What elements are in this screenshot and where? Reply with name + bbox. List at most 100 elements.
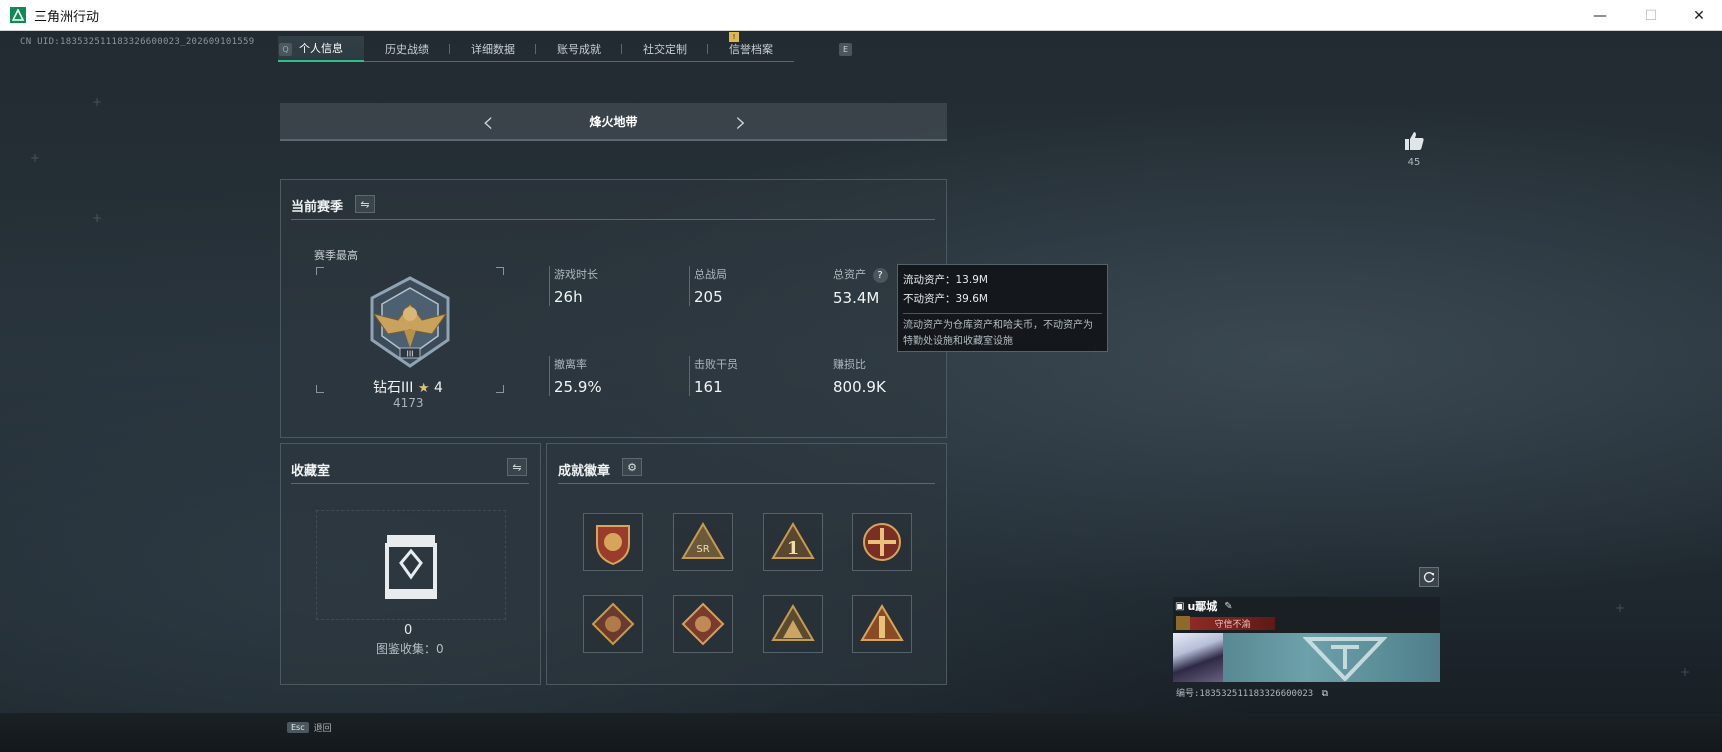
- tab-label: 社交定制: [643, 43, 687, 56]
- divider: [291, 219, 935, 220]
- copy-icon[interactable]: ⧉: [1322, 689, 1328, 699]
- tooltip-description: 流动资产为仓库资产和哈夫币，不动资产为特勤处设施和收藏室设施: [903, 320, 1093, 347]
- stat-value: 205: [694, 288, 723, 306]
- chevron-left-icon[interactable]: ‹: [473, 103, 503, 141]
- collection-label: 图鉴收集：0: [376, 642, 444, 656]
- stat-label: 赚损比: [833, 358, 866, 371]
- svg-text:SR: SR: [696, 544, 709, 555]
- tab-label: 账号成就: [557, 43, 601, 56]
- assets-tooltip: 流动资产：13.9M 不动资产：39.6M 流动资产为仓库资产和哈夫币，不动资产…: [897, 264, 1108, 352]
- achievement-badge[interactable]: [583, 595, 643, 653]
- achievement-badge[interactable]: [852, 595, 912, 653]
- stat-value: 800.9K: [833, 378, 886, 396]
- season-highest-label: 赛季最高: [314, 249, 358, 262]
- like-count: 45: [1407, 157, 1421, 168]
- stat-value: 26h: [554, 288, 583, 306]
- mode-label: 烽火地带: [589, 114, 638, 129]
- stat-operators-defeated: 击败干员 161: [689, 356, 738, 396]
- tab-bar: 个人信息 历史战绩 详细数据 账号成就 社交定制 信誉档案: [278, 36, 794, 62]
- mountain-badge-icon: [771, 604, 815, 641]
- esc-key: Esc: [287, 722, 309, 733]
- achievement-badge[interactable]: [852, 513, 912, 571]
- minimize-button[interactable]: —: [1577, 0, 1623, 31]
- player-id: 编号:183532511183326600023 ⧉: [1176, 686, 1328, 699]
- frame-corner: [316, 267, 324, 275]
- achievement-badge[interactable]: [763, 595, 823, 653]
- notification-badge: !: [729, 32, 739, 42]
- display-case-icon[interactable]: [383, 533, 439, 601]
- back-label: 退回: [313, 724, 332, 734]
- swap-icon[interactable]: ⇋: [507, 458, 527, 476]
- shield-badge-icon: [596, 525, 630, 566]
- player-name[interactable]: ▣ u鄢城 ✎: [1175, 598, 1233, 614]
- achievements-title: 成就徽章: [558, 464, 611, 479]
- like-widget: 45: [1403, 131, 1425, 168]
- bottom-strip: [0, 713, 1722, 752]
- tooltip-fixed-assets: 不动资产：39.6M: [903, 293, 988, 305]
- tab-next-key[interactable]: E: [839, 43, 852, 56]
- tab-label: 详细数据: [471, 43, 515, 56]
- stat-label: 击败干员: [694, 358, 738, 371]
- app-logo-icon: [10, 7, 26, 23]
- tab-personal-info[interactable]: 个人信息: [278, 36, 364, 62]
- stat-extraction-rate: 撤离率 25.9%: [549, 356, 602, 396]
- number-one-badge-icon: 1: [771, 522, 815, 559]
- stat-label: 撤离率: [554, 358, 587, 371]
- edit-icon[interactable]: ✎: [1224, 601, 1232, 612]
- tower-badge-icon: [860, 604, 904, 641]
- back-hint[interactable]: Esc 退回: [287, 721, 332, 734]
- triangle-badge-icon: SR: [681, 522, 725, 559]
- achievement-badge[interactable]: [673, 595, 733, 653]
- refresh-icon[interactable]: [1419, 567, 1439, 587]
- close-button[interactable]: ✕: [1676, 0, 1722, 31]
- tab-label: 信誉档案: [729, 43, 773, 56]
- avatar[interactable]: [1173, 633, 1223, 682]
- stat-total-assets: 总资产 ? 53.4M: [829, 266, 888, 307]
- chevron-right-icon[interactable]: ›: [726, 103, 756, 141]
- stat-value: 25.9%: [554, 378, 602, 396]
- frame-corner: [496, 385, 504, 393]
- player-id-text: 编号:183532511183326600023: [1176, 689, 1314, 699]
- achievement-badge[interactable]: [583, 513, 643, 571]
- frame-corner: [316, 385, 324, 393]
- frame-corner: [496, 267, 504, 275]
- gear-icon[interactable]: ⚙: [622, 458, 642, 476]
- maximize-button[interactable]: ☐: [1628, 0, 1674, 31]
- star-icon: ★: [417, 381, 430, 396]
- season-title: 当前赛季: [291, 200, 344, 215]
- tab-detailed-data[interactable]: 详细数据: [450, 36, 536, 62]
- player-title-tag: 守信不渝: [1190, 617, 1275, 630]
- tab-achievements[interactable]: 账号成就: [536, 36, 622, 62]
- help-icon[interactable]: ?: [872, 268, 888, 283]
- swap-icon[interactable]: ⇋: [355, 195, 375, 213]
- window-title: 三角洲行动: [34, 9, 100, 25]
- achievement-badge[interactable]: 1: [763, 513, 823, 571]
- rank-emblem-icon: III: [370, 276, 450, 368]
- tab-social[interactable]: 社交定制: [622, 36, 708, 62]
- player-name-text: u鄢城: [1187, 600, 1218, 613]
- grid-plus-decoration: +: [30, 151, 41, 165]
- stat-label: 总资产: [833, 268, 866, 281]
- thumbs-up-icon[interactable]: [1403, 131, 1425, 151]
- grid-plus-decoration: +: [1615, 601, 1626, 615]
- stat-value: 53.4M: [833, 289, 880, 307]
- tab-reputation[interactable]: 信誉档案: [708, 36, 794, 62]
- rank-name-text: 钻石III: [373, 380, 414, 396]
- stat-profit-ratio: 赚损比 800.9K: [829, 356, 886, 396]
- grid-plus-decoration: +: [92, 211, 103, 225]
- achievement-badge[interactable]: SR: [673, 513, 733, 571]
- rank-stars: 4: [433, 380, 443, 396]
- mode-selector: ‹ 烽火地带 ›: [280, 103, 947, 141]
- stat-total-matches: 总战局 205: [689, 266, 727, 306]
- stat-label: 总战局: [694, 268, 727, 281]
- stat-label-row: 总资产 ?: [833, 266, 888, 283]
- grid-plus-decoration: +: [1680, 665, 1691, 679]
- tab-label: 历史战绩: [385, 43, 429, 56]
- tooltip-liquid-assets: 流动资产：13.9M: [903, 274, 988, 286]
- briefcase-icon: ▣: [1175, 600, 1185, 612]
- tab-history[interactable]: 历史战绩: [364, 36, 450, 62]
- dragon-badge-icon: [681, 602, 725, 646]
- stat-label: 游戏时长: [554, 268, 598, 281]
- divider: [558, 483, 935, 484]
- stat-value: 161: [694, 378, 723, 396]
